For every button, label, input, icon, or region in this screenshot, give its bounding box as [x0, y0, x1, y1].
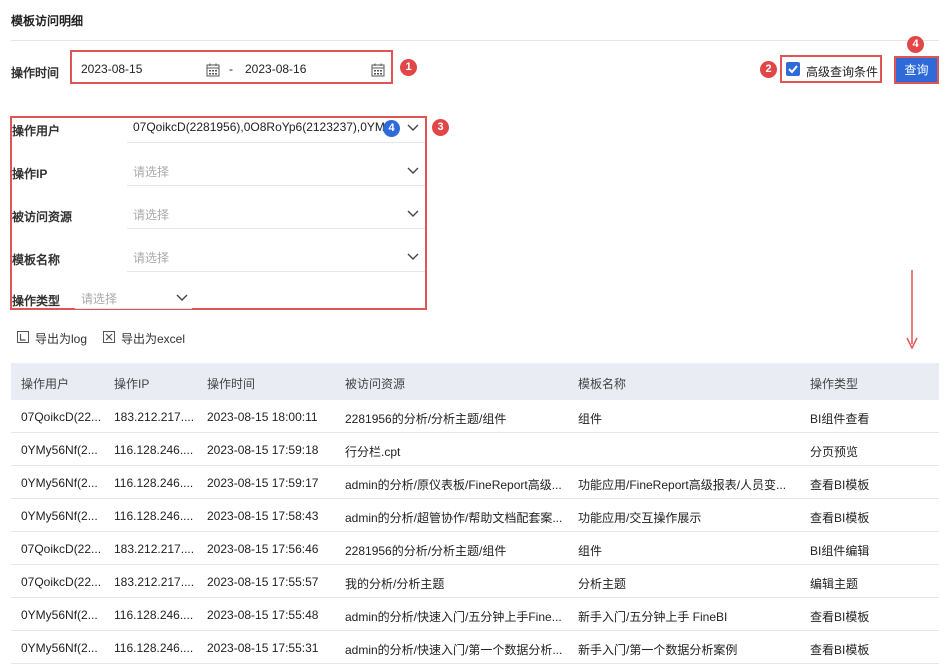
field-underline — [127, 228, 425, 229]
end-date-input[interactable]: 2023-08-16 — [245, 62, 306, 76]
annotation-marker-2: 2 — [760, 61, 777, 78]
cell-template: 功能应用/FineReport高级报表/人员变... — [578, 478, 787, 492]
cell-type: 查看BI模板 — [810, 643, 870, 657]
start-date-input[interactable]: 2023-08-15 — [81, 62, 142, 76]
cell-type: 查看BI模板 — [810, 478, 870, 492]
cell-ip: 183.212.217.... — [114, 410, 195, 424]
cell-ip: 116.128.246.... — [114, 509, 194, 523]
chevron-down-icon[interactable] — [407, 253, 419, 261]
cell-time: 2023-08-15 17:55:31 — [207, 641, 319, 655]
field-underline — [75, 308, 192, 309]
cell-template: 组件 — [578, 544, 603, 558]
ip-select[interactable]: 请选择 — [133, 163, 169, 180]
cell-resource: admin的分析/快速入门/第一个数据分析... — [345, 643, 563, 657]
cell-ip: 116.128.246.... — [114, 476, 194, 490]
export-log-button[interactable]: 导出为log — [35, 330, 87, 347]
advanced-query-checkbox[interactable] — [786, 62, 800, 76]
annotation-marker-3: 3 — [432, 119, 449, 136]
annotation-marker-4: 4 — [907, 36, 924, 53]
cell-ip: 116.128.246.... — [114, 443, 194, 457]
field-underline — [127, 185, 425, 186]
cell-user: 0YMy56Nf(2... — [21, 509, 98, 523]
cell-type: BI组件编辑 — [810, 544, 870, 558]
cell-type: 分页预览 — [810, 445, 859, 459]
resource-select[interactable]: 请选择 — [133, 206, 169, 223]
filter-resource-label: 被访问资源 — [12, 210, 73, 224]
column-header-user[interactable]: 操作用户 — [21, 375, 69, 392]
cell-user: 0YMy56Nf(2... — [21, 641, 98, 655]
cell-template: 新手入门/五分钟上手 FineBI — [578, 610, 728, 624]
calendar-icon[interactable] — [206, 63, 220, 77]
cell-user: 0YMy56Nf(2... — [21, 443, 98, 457]
template-select[interactable]: 请选择 — [133, 249, 169, 266]
cell-time: 2023-08-15 17:55:57 — [207, 575, 319, 589]
cell-template: 功能应用/交互操作展示 — [578, 511, 702, 525]
table-header — [11, 363, 939, 400]
filter-ip-label: 操作IP — [12, 167, 48, 181]
arrow-down-icon — [906, 270, 918, 350]
cell-resource: admin的分析/超管协作/帮助文档配套案... — [345, 511, 563, 525]
check-icon — [788, 65, 798, 74]
cell-template: 组件 — [578, 412, 603, 426]
cell-time: 2023-08-15 17:58:43 — [207, 509, 319, 523]
title-divider — [11, 40, 939, 41]
annotation-marker-4b: 4 — [383, 120, 400, 137]
cell-type: 查看BI模板 — [810, 511, 870, 525]
chevron-down-icon[interactable] — [407, 167, 419, 175]
cell-ip: 183.212.217.... — [114, 575, 195, 589]
export-log-icon[interactable] — [17, 331, 29, 343]
date-separator: - — [229, 62, 233, 76]
cell-type: 编辑主题 — [810, 577, 859, 591]
filter-type-label: 操作类型 — [12, 294, 61, 308]
cell-time: 2023-08-15 17:56:46 — [207, 542, 319, 556]
cell-resource: 行分栏.cpt — [345, 445, 401, 459]
cell-type: BI组件查看 — [810, 412, 870, 426]
cell-user: 0YMy56Nf(2... — [21, 608, 98, 622]
user-select[interactable]: 07QoikcD(2281956),0O8RoYp6(2123237),0YM — [133, 120, 385, 134]
cell-user: 07QoikcD(22... — [21, 542, 102, 556]
chevron-down-icon[interactable] — [407, 124, 419, 132]
cell-user: 07QoikcD(22... — [21, 410, 102, 424]
query-button[interactable]: 查询 — [894, 56, 939, 84]
cell-type: 查看BI模板 — [810, 610, 870, 624]
type-select[interactable]: 请选择 — [81, 290, 117, 307]
advanced-query-label[interactable]: 高级查询条件 — [806, 63, 878, 80]
cell-time: 2023-08-15 18:00:11 — [207, 410, 318, 424]
column-header-time[interactable]: 操作时间 — [207, 375, 255, 392]
cell-resource: 我的分析/分析主题 — [345, 577, 445, 591]
filter-user-label: 操作用户 — [12, 124, 61, 138]
cell-template: 新手入门/第一个数据分析案例 — [578, 643, 738, 657]
filter-template-label: 模板名称 — [12, 253, 61, 267]
cell-ip: 116.128.246.... — [114, 608, 194, 622]
cell-template: 分析主题 — [578, 577, 627, 591]
calendar-icon[interactable] — [371, 63, 385, 77]
column-header-resource[interactable]: 被访问资源 — [345, 375, 405, 392]
cell-ip: 183.212.217.... — [114, 542, 195, 556]
advanced-filters-panel — [10, 116, 427, 310]
annotation-marker-1: 1 — [400, 59, 417, 76]
column-header-template[interactable]: 模板名称 — [578, 375, 626, 392]
cell-resource: 2281956的分析/分析主题/组件 — [345, 544, 507, 558]
cell-resource: 2281956的分析/分析主题/组件 — [345, 412, 507, 426]
cell-time: 2023-08-15 17:55:48 — [207, 608, 319, 622]
cell-ip: 116.128.246.... — [114, 641, 194, 655]
time-filter-label: 操作时间 — [11, 66, 60, 80]
export-excel-button[interactable]: 导出为excel — [121, 330, 185, 347]
chevron-down-icon[interactable] — [407, 210, 419, 218]
export-excel-icon[interactable] — [103, 331, 115, 343]
page-title: 模板访问明细 — [11, 14, 84, 28]
cell-time: 2023-08-15 17:59:17 — [207, 476, 319, 490]
column-header-type[interactable]: 操作类型 — [810, 375, 858, 392]
chevron-down-icon[interactable] — [176, 294, 188, 302]
field-underline — [127, 271, 425, 272]
column-header-ip[interactable]: 操作IP — [114, 375, 149, 392]
cell-time: 2023-08-15 17:59:18 — [207, 443, 319, 457]
field-underline — [127, 142, 425, 143]
cell-user: 0YMy56Nf(2... — [21, 476, 98, 490]
cell-resource: admin的分析/快速入门/五分钟上手Fine... — [345, 610, 562, 624]
cell-resource: admin的分析/原仪表板/FineReport高级... — [345, 478, 562, 492]
cell-user: 07QoikcD(22... — [21, 575, 102, 589]
